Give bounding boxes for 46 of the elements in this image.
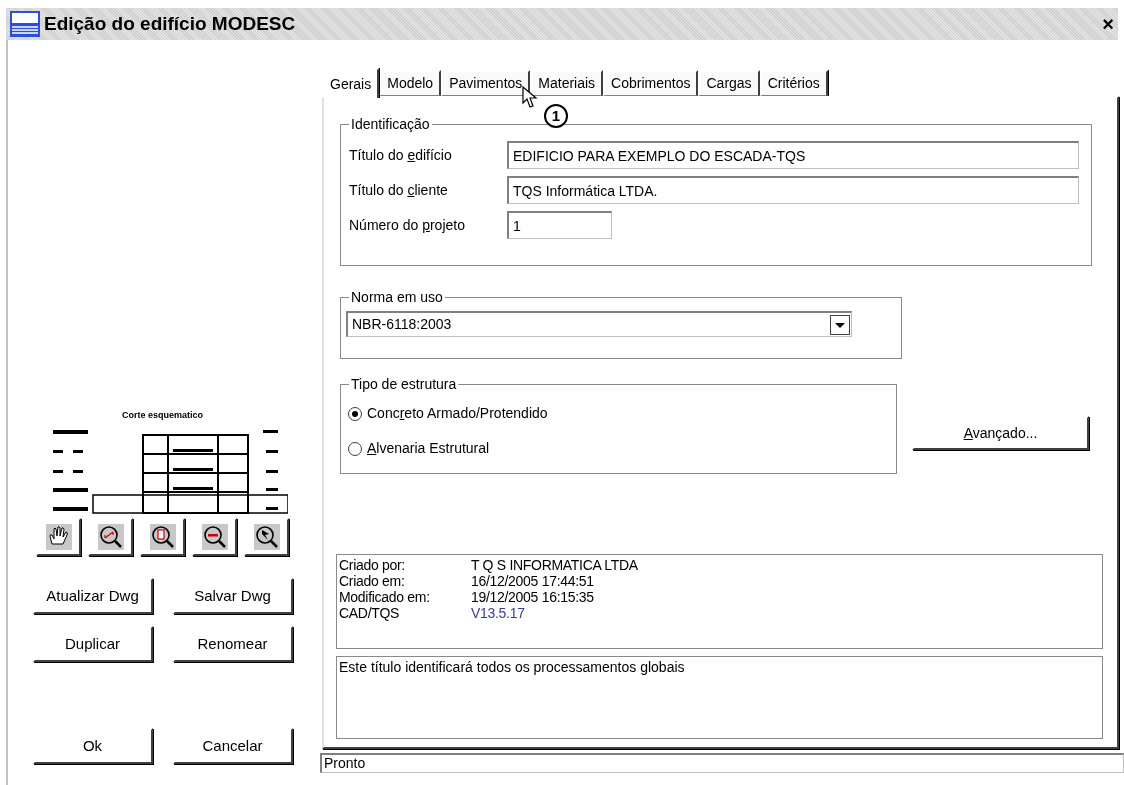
description-text: Este título identificará todos os processamentos globais: [339, 659, 685, 675]
radio-label: Concreto Armado/Protendido: [367, 404, 548, 423]
info-label: Criado em:: [339, 573, 406, 589]
magnifier-icon: [97, 524, 124, 550]
action-button[interactable]: Renomear: [172, 626, 293, 662]
text-field[interactable]: EDIFICIO PARA EXEMPLO DO ESCADA-TQS: [507, 141, 1079, 169]
tab[interactable]: Cargas: [698, 70, 760, 96]
dialog-button[interactable]: Ok: [32, 728, 153, 764]
group-title: Tipo de estrutura: [349, 375, 459, 393]
dialog-button[interactable]: Cancelar: [172, 728, 293, 764]
radio-button[interactable]: [348, 406, 362, 421]
close-button[interactable]: ×: [1102, 14, 1114, 34]
info-label: CAD/TQS: [339, 605, 401, 621]
advanced-button[interactable]: Avançado...: [912, 416, 1089, 450]
radio-label: Alvenaria Estrutural: [367, 439, 490, 458]
tab[interactable]: Materiais: [530, 70, 604, 96]
field-label: Título do cliente: [349, 180, 449, 200]
text-field[interactable]: 1: [507, 211, 612, 239]
action-button[interactable]: Salvar Dwg: [172, 578, 293, 614]
radio-button[interactable]: [348, 441, 362, 456]
tab[interactable]: Pavimentos: [441, 70, 531, 96]
tab[interactable]: Gerais: [322, 68, 380, 98]
info-label: Criado por:: [339, 557, 406, 573]
group-title: Identificação: [349, 115, 432, 133]
info-label: Modificado em:: [339, 589, 431, 605]
action-button[interactable]: Atualizar Dwg: [32, 578, 153, 614]
text-field[interactable]: TQS Informática LTDA.: [507, 176, 1079, 204]
drawing-caption: Corte esquematico: [122, 410, 203, 421]
standard-dropdown[interactable]: NBR-6118:2003: [346, 311, 852, 337]
info-value: T Q S INFORMATICA LTDA: [471, 557, 638, 573]
status-text: Pronto: [324, 754, 366, 773]
info-value: 16/12/2005 17:44:51: [471, 573, 594, 589]
tab[interactable]: Critérios: [759, 70, 828, 96]
magnifier-icon: [253, 524, 280, 550]
info-value: V13.5.17: [471, 605, 525, 621]
info-value: 19/12/2005 16:15:35: [471, 589, 594, 605]
tab[interactable]: Cobrimentos: [603, 70, 699, 96]
field-label: Número do projeto: [349, 215, 466, 235]
magnifier-icon: [149, 524, 176, 550]
app-logo-icon: [10, 11, 40, 37]
tab[interactable]: Modelo: [379, 70, 442, 96]
field-label: Título do edifício: [349, 145, 453, 165]
hand-icon: [45, 524, 72, 550]
zoom-out-icon: [201, 524, 228, 550]
window-title: Edição do edifício MODESC: [44, 11, 296, 36]
action-button[interactable]: Duplicar: [32, 626, 153, 662]
